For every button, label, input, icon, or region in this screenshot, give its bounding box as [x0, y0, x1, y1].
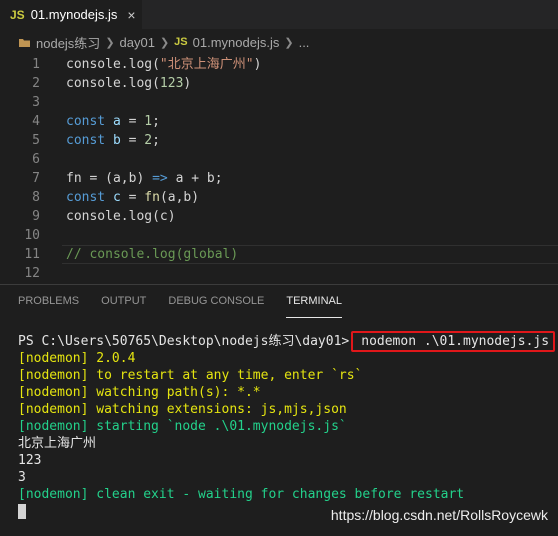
code-comment: // console.log(global) [66, 247, 239, 262]
line-number: 11 [24, 247, 40, 262]
breadcrumb: nodejs练习 ❯ day01 ❯ JS 01.mynodejs.js ❯ .… [0, 29, 558, 55]
tab-01-mynodejs[interactable]: JS 01.mynodejs.js × [0, 0, 142, 29]
highlighted-command: nodemon .\01.mynodejs.js [351, 331, 556, 352]
code-text: const c = fn(a,b) [66, 190, 200, 205]
terminal-line: [nodemon] starting `node .\01.mynodejs.j… [18, 419, 347, 434]
breadcrumb-file[interactable]: 01.mynodejs.js [193, 35, 280, 50]
code-line: 5 const b = 2; [0, 131, 558, 150]
terminal-line: [nodemon] watching path(s): *.* [18, 385, 261, 400]
tab-debug-console[interactable]: DEBUG CONSOLE [168, 285, 264, 318]
breadcrumb-folder[interactable]: nodejs练习 [36, 33, 100, 52]
chevron-right-icon: ❯ [159, 36, 170, 49]
line-number: 1 [32, 57, 40, 72]
code-line: 11 // console.log(global) [0, 245, 558, 264]
code-line: 6 [0, 150, 558, 169]
tab-problems[interactable]: PROBLEMS [18, 285, 79, 318]
code-line: 1 console.log("北京上海广州") [0, 55, 558, 74]
code-text: console.log("北京上海广州") [66, 57, 262, 72]
line-number: 5 [32, 133, 40, 148]
breadcrumb-more[interactable]: ... [299, 35, 310, 50]
line-number: 4 [32, 114, 40, 129]
bottom-panel: PROBLEMS OUTPUT DEBUG CONSOLE TERMINAL P… [0, 284, 558, 536]
terminal-line: [nodemon] 2.0.4 [18, 351, 136, 366]
terminal-output[interactable]: PS C:\Users\50765\Desktop\nodejs练习\day01… [18, 331, 556, 520]
line-number: 2 [32, 76, 40, 91]
line-number: 12 [24, 266, 40, 281]
code-text: const b = 2; [66, 133, 160, 148]
terminal-prompt: PS C:\Users\50765\Desktop\nodejs练习\day01… [18, 334, 350, 349]
code-text: fn = (a,b) => a + b; [66, 171, 223, 186]
breadcrumb-subfolder[interactable]: day01 [120, 35, 155, 50]
line-number: 8 [32, 190, 40, 205]
code-text: console.log(123) [66, 76, 192, 91]
terminal-prompt-line: PS C:\Users\50765\Desktop\nodejs练习\day01… [18, 331, 556, 352]
terminal-cursor [18, 504, 26, 519]
close-icon[interactable]: × [127, 7, 135, 23]
code-line: 9 console.log(c) [0, 207, 558, 226]
terminal-line: [nodemon] clean exit - waiting for chang… [18, 487, 465, 502]
line-number: 3 [32, 95, 40, 110]
terminal-command: nodemon .\01.mynodejs.js [361, 334, 550, 349]
code-text: const a = 1; [66, 114, 160, 129]
terminal-line: [nodemon] to restart at any time, enter … [18, 368, 363, 383]
tab-output[interactable]: OUTPUT [101, 285, 146, 318]
code-line: 10 [0, 226, 558, 245]
code-line: 7 fn = (a,b) => a + b; [0, 169, 558, 188]
editor-tab-bar: JS 01.mynodejs.js × [0, 0, 558, 29]
line-number: 10 [24, 228, 40, 243]
code-line: 3 [0, 93, 558, 112]
folder-icon [19, 38, 30, 47]
chevron-right-icon: ❯ [105, 36, 115, 49]
tab-terminal[interactable]: TERMINAL [286, 285, 342, 318]
terminal-line: 123 [18, 453, 42, 468]
tab-label: 01.mynodejs.js [30, 7, 118, 22]
terminal-line: 3 [18, 470, 26, 485]
watermark: https://blog.csdn.net/RollsRoycewk [330, 507, 548, 523]
code-line: 8 const c = fn(a,b) [0, 188, 558, 207]
js-file-icon: JS [174, 36, 188, 48]
code-text: console.log(c) [66, 209, 176, 224]
line-number: 9 [32, 209, 40, 224]
chevron-right-icon: ❯ [284, 36, 294, 49]
code-line: 4 const a = 1; [0, 112, 558, 131]
terminal-line: 北京上海广州 [18, 436, 97, 451]
line-number: 6 [32, 152, 40, 167]
code-editor[interactable]: 1 console.log("北京上海广州") 2 console.log(12… [0, 55, 558, 283]
terminal-line: [nodemon] watching extensions: js,mjs,js… [18, 402, 347, 417]
js-file-icon: JS [10, 7, 25, 22]
code-line: 12 [0, 264, 558, 283]
panel-tab-bar: PROBLEMS OUTPUT DEBUG CONSOLE TERMINAL [0, 285, 558, 318]
code-line: 2 console.log(123) [0, 74, 558, 93]
line-number: 7 [32, 171, 40, 186]
